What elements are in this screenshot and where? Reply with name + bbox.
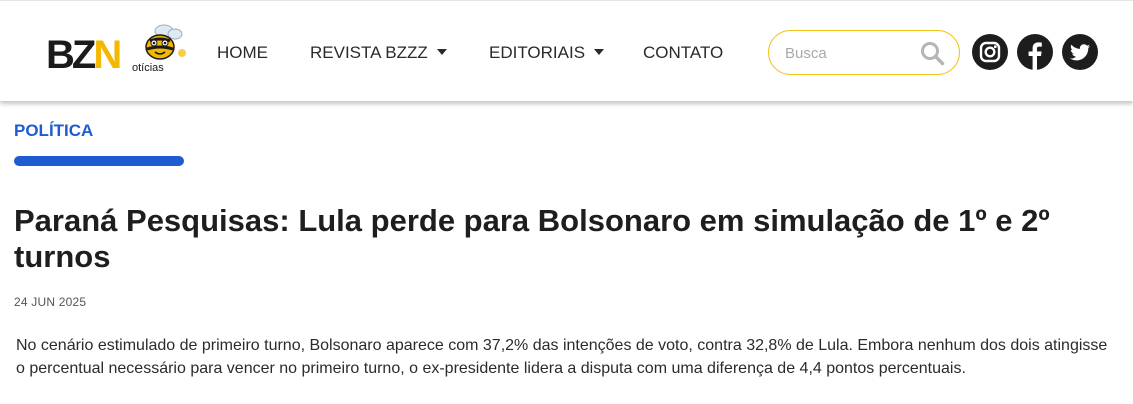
nav-item-home[interactable]: HOME: [217, 42, 268, 64]
search-box: [768, 30, 960, 75]
nav-item-label: EDITORIAIS: [489, 43, 586, 62]
logo-wordmark: BZN: [46, 33, 122, 77]
nav-item-revista-bzzz[interactable]: REVISTA BZZZ: [310, 42, 447, 64]
logo-subtitle: otícias: [132, 62, 164, 74]
nav-item-label: REVISTA BZZZ: [310, 43, 428, 62]
site-header: BZN otícias HOME REVISTA BZZZ EDITORIAIS…: [0, 1, 1133, 101]
instagram-glyph: [979, 41, 1001, 63]
nav-item-label: HOME: [217, 43, 268, 62]
nav-item-label: CONTATO: [643, 43, 724, 62]
nav-item-editoriais[interactable]: EDITORIAIS: [489, 42, 605, 64]
category-link[interactable]: POLÍTICA: [14, 121, 93, 141]
site-logo[interactable]: BZN otícias: [46, 23, 191, 81]
twitter-icon[interactable]: [1062, 34, 1098, 70]
article-date: 24 JUN 2025: [14, 295, 87, 309]
caret-down-icon: [594, 49, 605, 55]
facebook-icon[interactable]: [1017, 34, 1053, 70]
search-input[interactable]: [785, 42, 915, 64]
article-lead: No cenário estimulado de primeiro turno,…: [16, 337, 1108, 377]
category-underline: [14, 156, 184, 166]
instagram-icon[interactable]: [972, 34, 1008, 70]
caret-down-icon: [436, 49, 447, 55]
facebook-glyph: [1028, 42, 1042, 70]
search-icon[interactable]: [920, 41, 945, 66]
bee-icon: [145, 24, 186, 60]
twitter-glyph: [1070, 44, 1091, 61]
article-headline: Paraná Pesquisas: Lula perde para Bolson…: [14, 203, 1050, 274]
nav-item-contato[interactable]: CONTATO: [643, 42, 723, 64]
